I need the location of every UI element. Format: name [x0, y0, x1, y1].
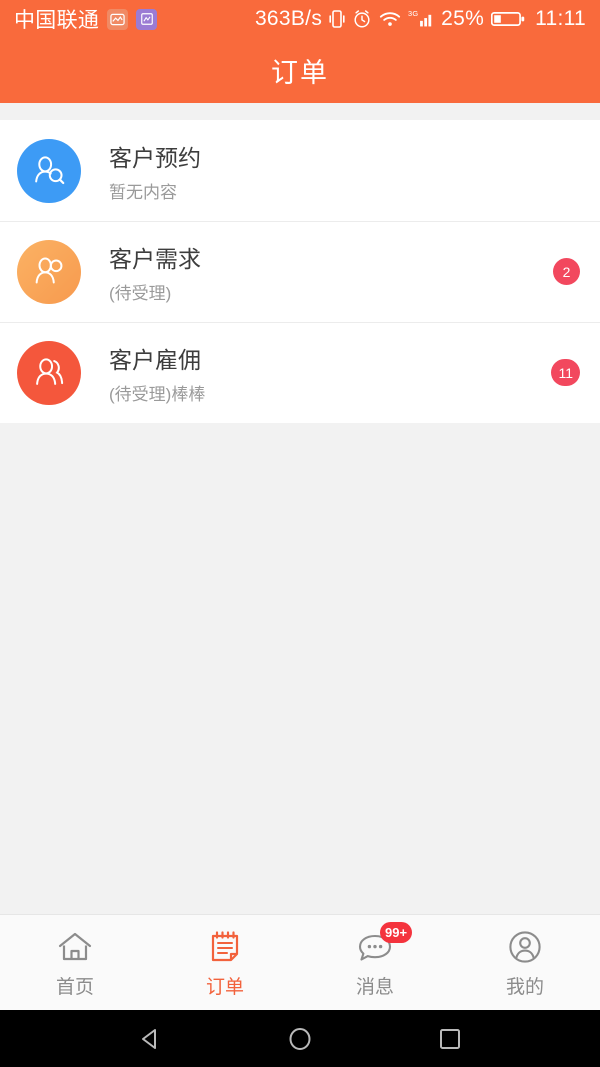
list-item[interactable]: 客户预约 暂无内容	[0, 120, 600, 221]
status-bar-right: 363B/s 3G 25% 11:11	[255, 7, 586, 31]
status-bar-left: 中国联通	[14, 4, 158, 34]
header-gap	[0, 103, 600, 120]
tab-home[interactable]: 首页	[0, 915, 150, 1010]
two-people-icon	[35, 257, 63, 283]
tab-messages[interactable]: 99+ 消息	[300, 915, 450, 1010]
person-circle-icon	[504, 926, 546, 968]
list-item[interactable]: 客户雇佣 (待受理)棒棒 11	[0, 322, 600, 423]
battery-percent-label: 25%	[441, 7, 485, 30]
page-title: 订单	[271, 58, 329, 88]
order-list: 客户预约 暂无内容 客户需求 (待受理) 2 客户雇佣 (待受理)棒棒 11	[0, 120, 600, 423]
tab-label: 首页	[55, 977, 94, 998]
bottom-tab-bar: 首页 订单 99+ 消息 我的	[0, 914, 600, 1010]
list-item-text: 客户需求 (待受理)	[109, 240, 201, 304]
carrier-label: 中国联通	[14, 9, 100, 32]
signal-bars-icon: 3G	[408, 8, 434, 30]
list-item-title: 客户预约	[109, 144, 201, 171]
tab-label: 消息	[355, 977, 394, 998]
list-item-text: 客户雇佣 (待受理)棒棒	[109, 341, 205, 405]
avatar	[17, 239, 81, 304]
phone-screen: 中国联通 363B/s 3G 25% 11:11 订单 客户预约 暂无内容 客户…	[0, 0, 600, 1067]
android-nav-bar	[0, 1010, 600, 1067]
person-search-icon	[35, 155, 65, 184]
home-circle-icon[interactable]	[225, 1010, 375, 1067]
tab-label: 我的	[505, 977, 544, 998]
alarm-icon	[352, 9, 372, 29]
order-notepad-icon	[204, 926, 246, 968]
recents-square-icon[interactable]	[375, 1010, 525, 1067]
list-item-text: 客户预约 暂无内容	[109, 139, 201, 203]
vibrate-icon	[329, 8, 345, 30]
qr-app-icon	[136, 8, 158, 30]
list-item-subtitle: (待受理)	[109, 283, 172, 303]
message-count-badge: 99+	[380, 922, 413, 943]
list-item-title: 客户雇佣	[109, 346, 201, 373]
tab-orders[interactable]: 订单	[150, 915, 300, 1010]
back-triangle-icon[interactable]	[75, 1010, 225, 1067]
tab-profile[interactable]: 我的	[450, 915, 600, 1010]
message-bubble-icon: 99+	[354, 922, 413, 968]
list-item-subtitle: (待受理)棒棒	[109, 384, 206, 404]
app-header: 订单	[0, 38, 600, 103]
list-item[interactable]: 客户需求 (待受理) 2	[0, 221, 600, 322]
tab-label: 订单	[205, 977, 244, 998]
battery-icon	[491, 10, 525, 28]
wifi-icon	[379, 10, 401, 28]
list-item-title: 客户需求	[109, 245, 201, 272]
network-speed-label: 363B/s	[254, 7, 323, 30]
status-bar: 中国联通 363B/s 3G 25% 11:11	[0, 0, 600, 38]
avatar	[17, 138, 81, 203]
avatar	[17, 340, 81, 405]
two-people-icon	[36, 357, 64, 385]
clock-label: 11:11	[535, 7, 586, 30]
photo-app-icon	[107, 8, 129, 30]
status-badge: 2	[553, 258, 580, 285]
home-icon	[54, 926, 96, 968]
status-badge: 11	[551, 359, 580, 386]
svg-text:3G: 3G	[408, 9, 418, 18]
list-item-subtitle: 暂无内容	[109, 182, 177, 202]
